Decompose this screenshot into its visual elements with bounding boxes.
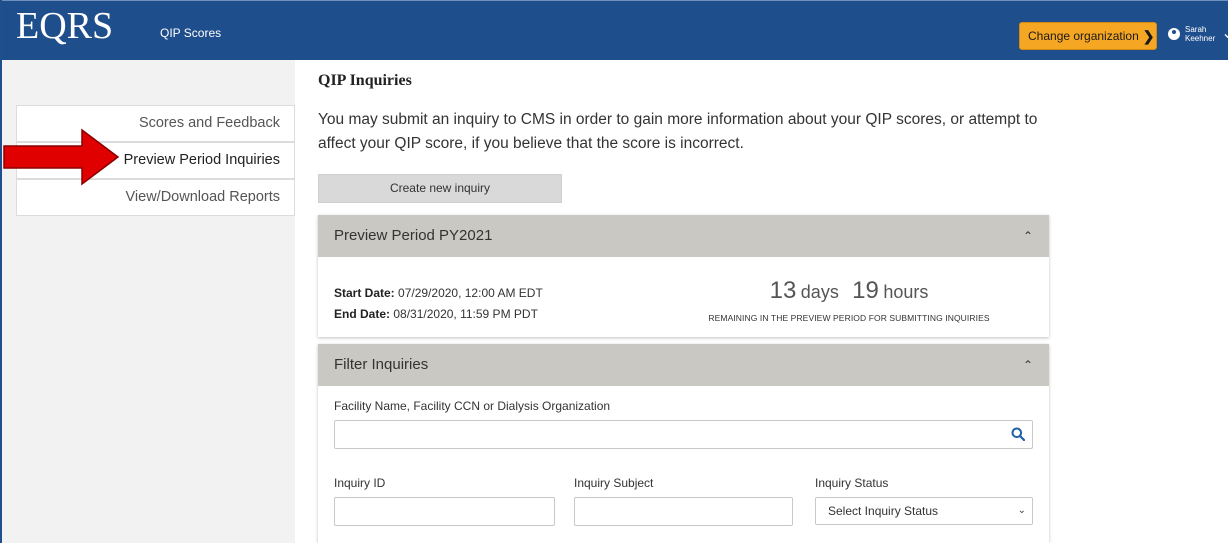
user-menu[interactable]: Sarah Keehner ⌄ — [1168, 25, 1228, 43]
countdown: 13 days 19 hours REMAINING IN THE PREVIE… — [674, 277, 1024, 323]
change-organization-button[interactable]: Change organization ❯ — [1019, 22, 1157, 50]
collapse-caret-icon[interactable]: ⌃ — [1023, 344, 1033, 386]
user-menu-chevron-icon: ⌄ — [1221, 26, 1228, 42]
page-title: QIP Inquiries — [318, 72, 412, 89]
countdown-values: 13 days 19 hours — [674, 277, 1024, 305]
start-date-row: Start Date: 07/29/2020, 12:00 AM EDT — [334, 283, 543, 304]
end-date-row: End Date: 08/31/2020, 11:59 PM PDT — [334, 304, 543, 325]
eqrs-logo[interactable]: EQRS — [16, 7, 113, 45]
end-date-label: End Date: — [334, 307, 391, 321]
change-organization-label: Change organization — [1028, 29, 1139, 43]
filter-inquiries-title: Filter Inquiries — [334, 356, 429, 373]
filter-inquiries-panel: Filter Inquiries ⌃ Facility Name, Facili… — [318, 344, 1049, 543]
user-avatar-icon — [1168, 28, 1180, 40]
inquiry-subject-input[interactable] — [574, 497, 793, 526]
hours-unit: hours — [883, 282, 929, 302]
preview-dates: Start Date: 07/29/2020, 12:00 AM EDT End… — [334, 283, 543, 325]
collapse-caret-icon[interactable]: ⌃ — [1023, 215, 1033, 257]
inquiry-id-input[interactable] — [334, 497, 555, 526]
start-date-value: 07/29/2020, 12:00 AM EDT — [398, 286, 543, 300]
create-new-inquiry-button[interactable]: Create new inquiry — [318, 174, 562, 203]
red-annotation-arrow — [3, 128, 120, 186]
inquiry-id-label: Inquiry ID — [334, 476, 386, 490]
start-date-label: Start Date: — [334, 286, 395, 300]
app-window: EQRS QIP Scores Change organization ❯ Sa… — [0, 0, 1228, 543]
user-first-name: Sarah — [1185, 25, 1207, 34]
days-number: 13 — [769, 277, 797, 304]
remaining-text: REMAINING IN THE PREVIEW PERIOD FOR SUBM… — [708, 313, 990, 323]
top-navigation-bar: EQRS QIP Scores Change organization ❯ Sa… — [2, 0, 1228, 60]
facility-search-label: Facility Name, Facility CCN or Dialysis … — [334, 399, 611, 413]
intro-text: You may submit an inquiry to CMS in orde… — [318, 111, 1038, 152]
days-unit: days — [800, 282, 839, 302]
chevron-down-icon: ❯ — [1142, 27, 1155, 44]
end-date-value: 08/31/2020, 11:59 PM PDT — [393, 307, 538, 321]
nav-link-qip-scores[interactable]: QIP Scores — [160, 26, 221, 40]
filter-inquiries-panel-header[interactable]: Filter Inquiries ⌃ — [318, 344, 1049, 386]
inquiry-status-label: Inquiry Status — [815, 476, 889, 490]
inquiry-subject-label: Inquiry Subject — [574, 476, 654, 490]
inquiry-status-select[interactable]: Select Inquiry Status ⌄ — [815, 497, 1033, 525]
select-chevron-icon: ⌄ — [1017, 505, 1026, 516]
inquiry-status-selected: Select Inquiry Status — [828, 504, 939, 518]
facility-search-input[interactable] — [334, 420, 1033, 449]
hours-number: 19 — [852, 277, 879, 304]
search-icon[interactable] — [1011, 427, 1025, 441]
preview-period-panel: Preview Period PY2021 ⌃ Start Date: 07/2… — [318, 215, 1049, 337]
user-last-name: Keehner — [1185, 34, 1216, 43]
user-name: Sarah Keehner — [1185, 25, 1215, 43]
preview-period-panel-header[interactable]: Preview Period PY2021 ⌃ — [318, 215, 1049, 257]
preview-period-title: Preview Period PY2021 — [334, 227, 493, 244]
